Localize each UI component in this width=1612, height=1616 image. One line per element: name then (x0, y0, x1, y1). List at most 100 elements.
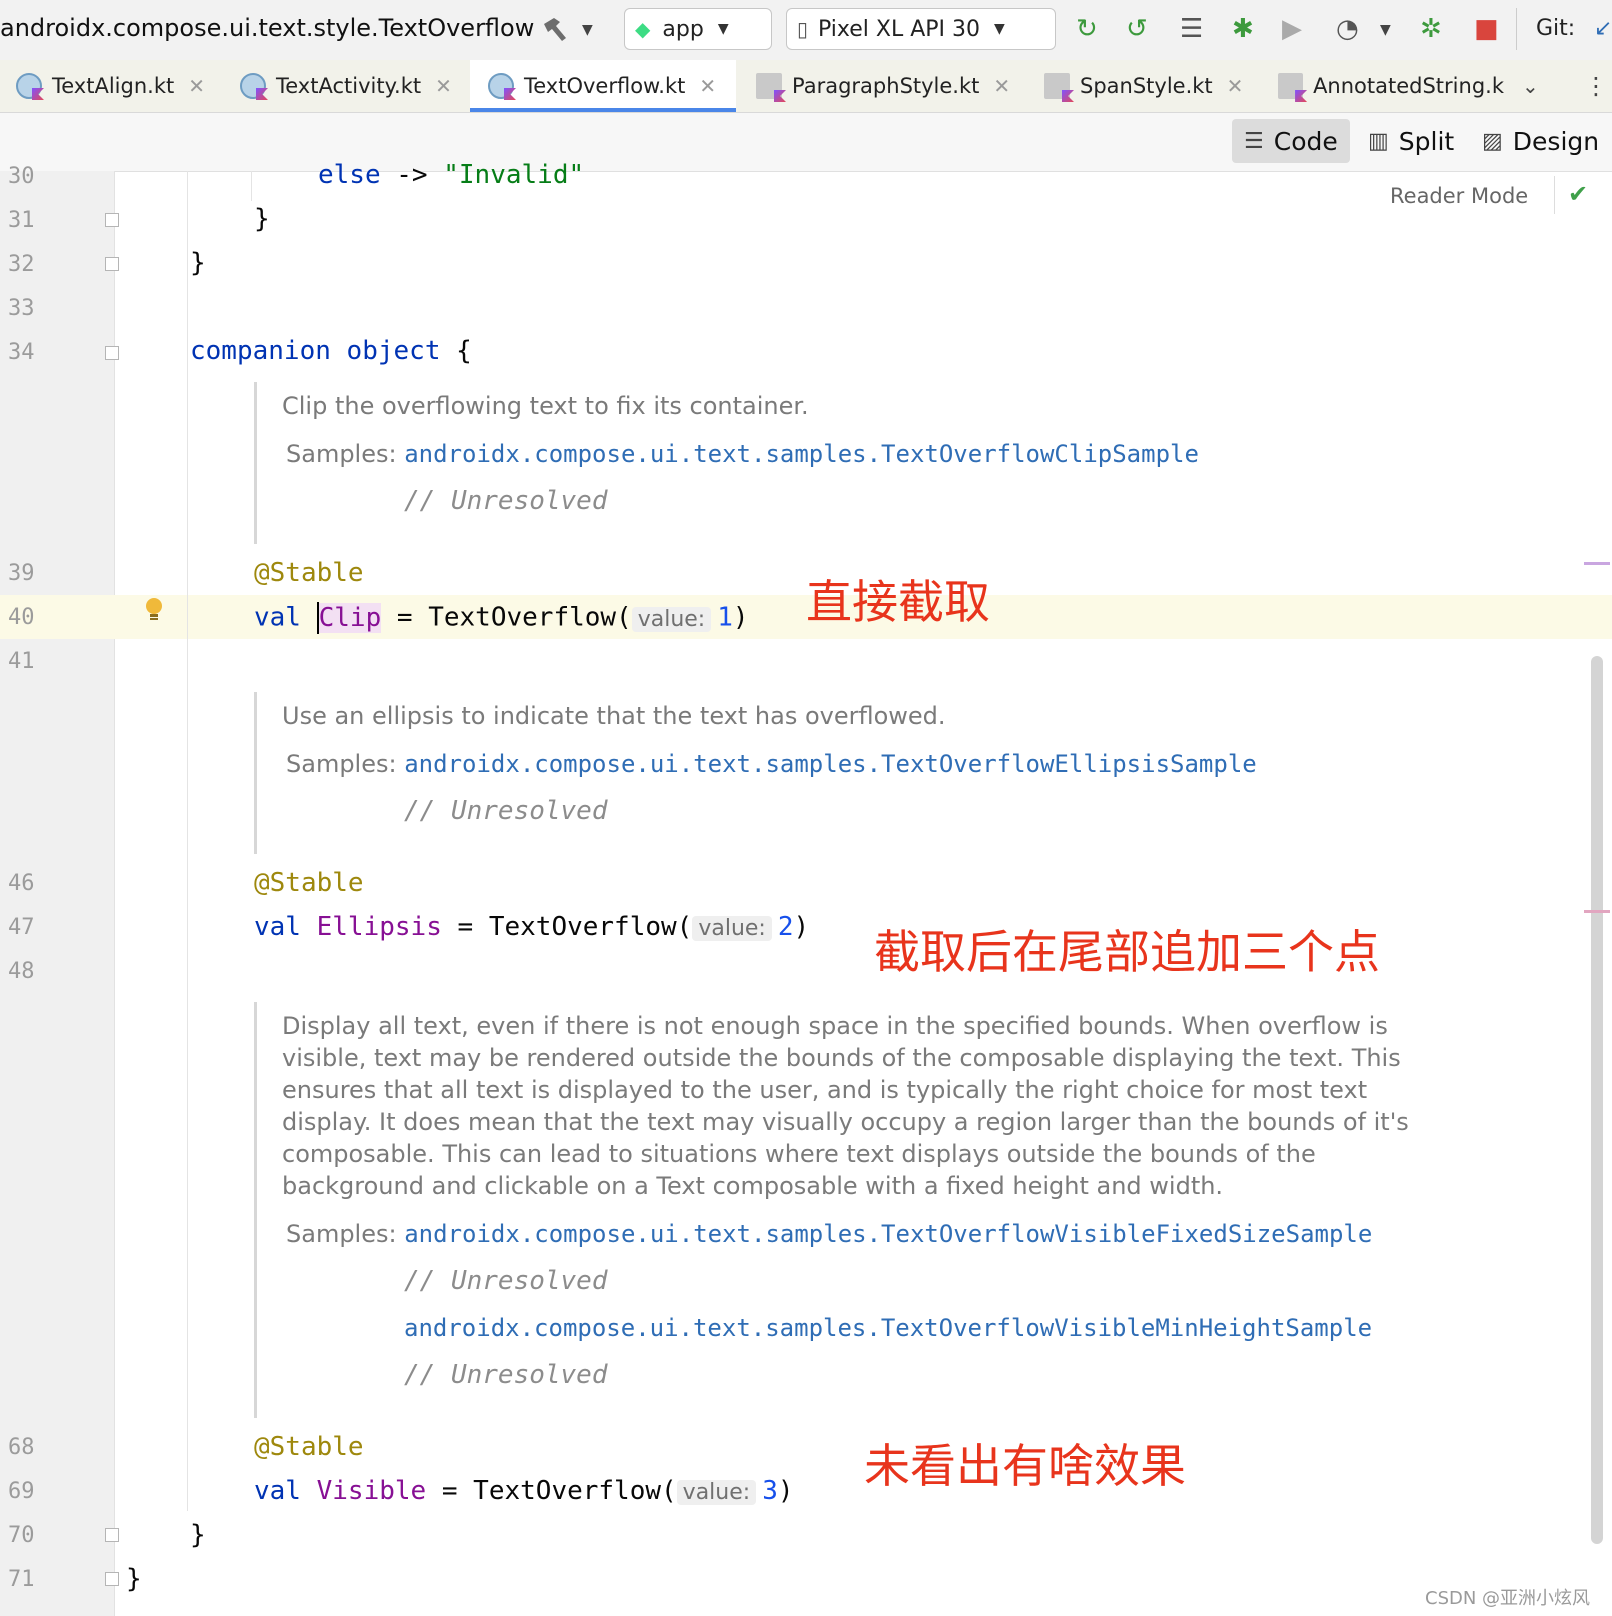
watermark-text: CSDN @亚洲小炫风 (1425, 1588, 1591, 1609)
keyword-val: val (254, 602, 301, 633)
tab-list-chevron-icon[interactable]: ⌄ (1522, 60, 1539, 112)
param-hint: value: (631, 606, 712, 632)
paren-token: ) (793, 912, 810, 942)
git-update-icon[interactable]: ↙ (1594, 16, 1612, 41)
profile-icon[interactable]: ☰ (1180, 14, 1203, 44)
sample-link[interactable]: androidx.compose.ui.text.samples.TextOve… (404, 1220, 1372, 1248)
line-number: 41 (8, 649, 35, 674)
doc-samples-visible: Samples: androidx.compose.ui.text.sample… (286, 1220, 1372, 1248)
more-options-icon[interactable]: ⋮ (1584, 60, 1608, 112)
reader-separator (1554, 176, 1555, 214)
code-line-31: } (254, 204, 270, 234)
property-ellipsis[interactable]: Ellipsis (317, 912, 442, 942)
apply-changes-icon[interactable]: ↺ (1126, 14, 1148, 44)
kotlin-class-icon (1044, 73, 1070, 99)
tab-textactivity[interactable]: TextActivity.kt ✕ (240, 60, 452, 112)
line-number: 47 (8, 915, 35, 940)
reader-mode-button[interactable]: Reader Mode (1390, 184, 1528, 208)
unresolved-comment: // Unresolved (404, 796, 608, 826)
tab-paragraphstyle[interactable]: ParagraphStyle.kt ✕ (756, 60, 1010, 112)
check-icon[interactable]: ✔ (1568, 180, 1588, 208)
git-label[interactable]: Git: (1536, 16, 1575, 41)
doc-text-clip: Clip the overflowing text to fix its con… (282, 392, 809, 420)
samples-label: Samples: (286, 750, 397, 778)
value-token: 2 (777, 912, 794, 942)
value-token: 1 (717, 602, 733, 633)
tab-label: TextAlign.kt (52, 74, 175, 98)
rerun-icon[interactable]: ↻ (1076, 14, 1098, 44)
keyword-val: val (254, 912, 301, 942)
samples-label: Samples: (286, 440, 397, 468)
tab-textoverflow[interactable]: TextOverflow.kt ✕ (470, 60, 737, 112)
profiler-icon[interactable]: ◔ (1336, 14, 1359, 44)
debug-icon[interactable]: ✱ (1232, 14, 1254, 44)
stop-icon[interactable]: ■ (1474, 14, 1499, 44)
device-label: Pixel XL API 30 (818, 16, 981, 42)
close-icon[interactable]: ✕ (699, 74, 716, 98)
sample-link[interactable]: androidx.compose.ui.text.samples.TextOve… (404, 1314, 1372, 1342)
line-number: 71 (8, 1567, 35, 1592)
close-icon[interactable]: ✕ (188, 74, 205, 98)
attach-debugger-icon[interactable]: ✲ (1420, 14, 1442, 44)
line-number: 70 (8, 1523, 35, 1548)
close-icon[interactable]: ✕ (993, 74, 1010, 98)
fold-marker-icon[interactable] (105, 1572, 119, 1586)
code-line-30: else -> "Invalid" (318, 160, 584, 190)
sample-link[interactable]: androidx.compose.ui.text.samples.TextOve… (404, 750, 1257, 778)
lightbulb-icon[interactable] (143, 597, 165, 623)
fold-marker-icon[interactable] (105, 213, 119, 227)
annotation-stable: @Stable (254, 868, 364, 898)
value-token: 3 (762, 1476, 778, 1506)
kotlin-class-icon (756, 73, 782, 99)
ctor-token: TextOverflow( (428, 602, 632, 633)
tab-annotatedstring[interactable]: AnnotatedString.k (1278, 60, 1504, 112)
device-combo[interactable]: ▯ Pixel XL API 30 ▼ (786, 8, 1056, 50)
scroll-marker (1584, 910, 1610, 913)
unresolved-comment: // Unresolved (404, 486, 608, 516)
fold-marker-icon[interactable] (105, 257, 119, 271)
tab-textalign[interactable]: TextAlign.kt ✕ (16, 60, 205, 112)
eq-token: = (441, 1476, 458, 1506)
kotlin-file-icon (240, 73, 266, 99)
design-view-icon: ▨ (1482, 128, 1503, 154)
kotlin-file-icon (488, 73, 514, 99)
phone-icon: ▯ (797, 17, 809, 41)
fold-marker-icon[interactable] (105, 1528, 119, 1542)
doc-samples-ellipsis: Samples: androidx.compose.ui.text.sample… (286, 750, 1257, 778)
line-number: 46 (8, 871, 35, 896)
property-clip[interactable]: Clip (318, 602, 382, 633)
main-toolbar: androidx.compose.ui.text.style.TextOverf… (0, 0, 1612, 61)
android-icon: ◆ (635, 17, 651, 41)
coverage-icon[interactable]: ▶ (1282, 14, 1302, 44)
fold-marker-icon[interactable] (105, 346, 119, 360)
chevron-down-icon[interactable]: ▼ (582, 22, 593, 38)
code-line-70: } (190, 1520, 206, 1550)
kotlin-file-icon (16, 73, 42, 99)
param-hint: value: (676, 1480, 757, 1505)
close-icon[interactable]: ✕ (435, 74, 452, 98)
doc-samples-visible-2: androidx.compose.ui.text.samples.TextOve… (404, 1314, 1372, 1342)
tab-label: AnnotatedString.k (1313, 74, 1504, 98)
line-number: 31 (8, 208, 35, 233)
design-view-label: Design (1512, 126, 1600, 156)
sample-link[interactable]: androidx.compose.ui.text.samples.TextOve… (404, 440, 1199, 468)
code-view-icon: ☰ (1244, 128, 1264, 154)
split-view-button[interactable]: ▥ Split (1356, 119, 1466, 163)
run-config-combo[interactable]: ◆ app ▼ (624, 8, 772, 50)
vertical-scrollbar[interactable] (1591, 656, 1603, 1544)
chevron-down-icon[interactable]: ▼ (1380, 22, 1391, 38)
chevron-down-icon: ▼ (994, 21, 1005, 37)
tab-spanstyle[interactable]: SpanStyle.kt ✕ (1044, 60, 1243, 112)
note-clip: 直接截取 (806, 575, 990, 629)
tab-label: TextOverflow.kt (524, 74, 686, 98)
arrow-token: -> (396, 160, 428, 190)
close-icon[interactable]: ✕ (1227, 74, 1244, 98)
line-number: 68 (8, 1435, 35, 1460)
hammer-icon[interactable] (540, 14, 570, 50)
tab-label: TextActivity.kt (276, 74, 422, 98)
property-visible[interactable]: Visible (317, 1476, 427, 1506)
code-view-button[interactable]: ☰ Code (1232, 119, 1350, 163)
design-view-button[interactable]: ▨ Design (1470, 119, 1611, 163)
paren-token: ) (732, 602, 749, 633)
ctor-token: TextOverflow( (488, 912, 693, 942)
